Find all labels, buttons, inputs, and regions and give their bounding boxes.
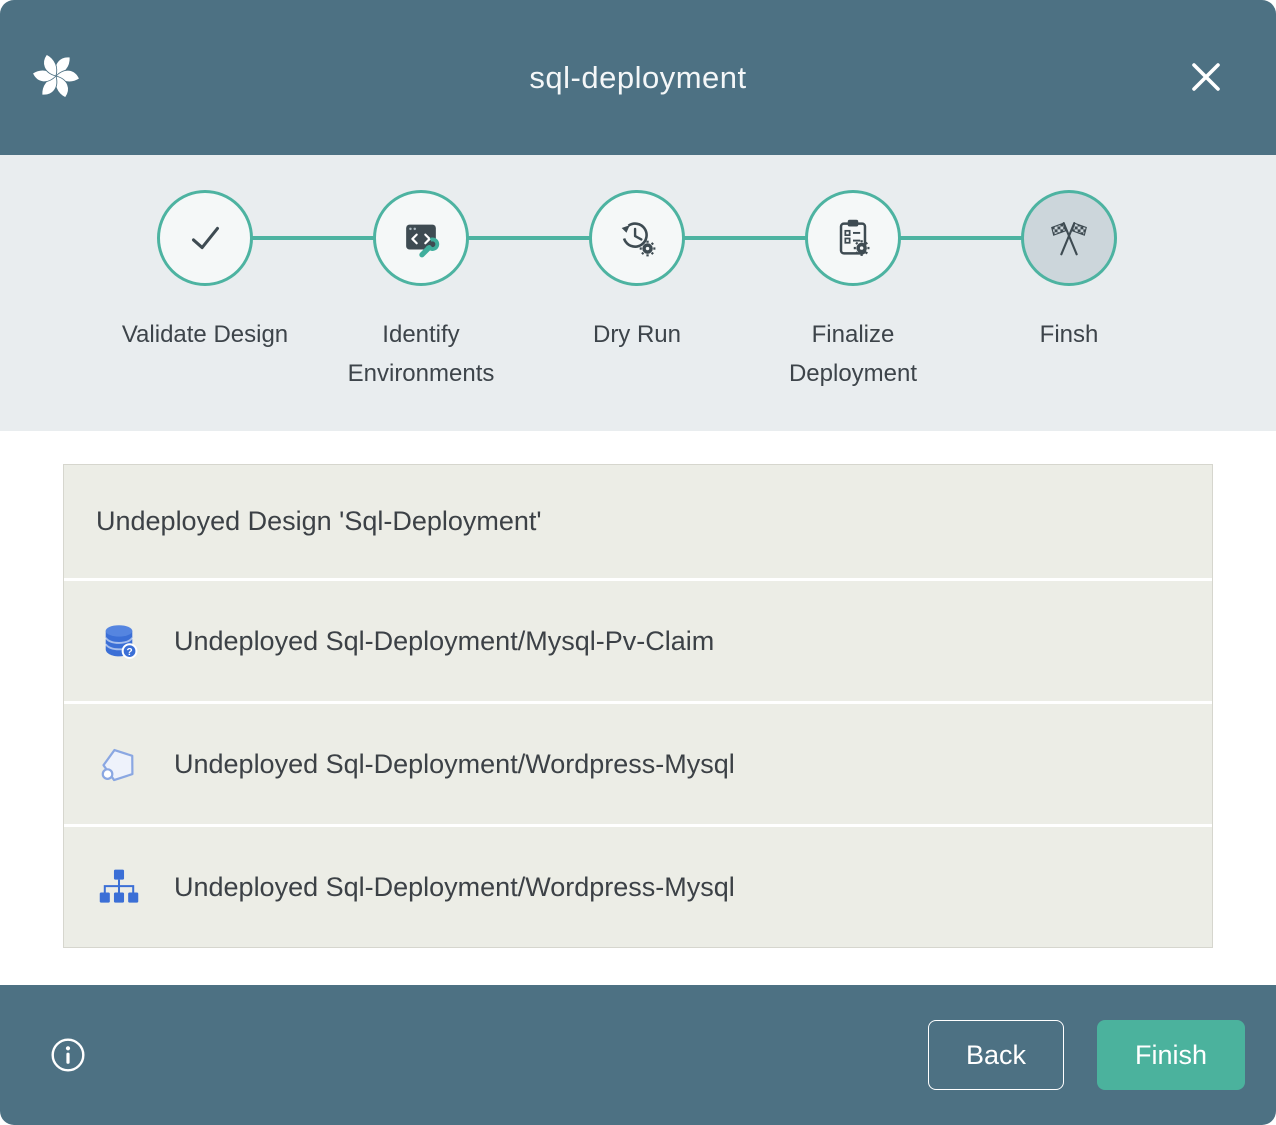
info-icon (50, 1037, 86, 1073)
status-row-wordpress-mysql-topology: Undeployed Sql-Deployment/Wordpress-Mysq… (64, 827, 1212, 947)
step-circle-finish (1021, 190, 1117, 286)
modal-footer: Back Finish (0, 985, 1276, 1125)
step-label: Dry Run (593, 316, 681, 355)
step-label: Finalize Deployment (766, 316, 941, 394)
status-text: Undeployed Sql-Deployment/Wordpress-Mysq… (174, 749, 735, 780)
topology-tree-icon (96, 865, 142, 909)
checkered-flags-icon (1046, 215, 1092, 261)
wizard-content: Undeployed Design 'Sql-Deployment' ? Und… (0, 431, 1276, 985)
status-text: Undeployed Sql-Deployment/Mysql-Pv-Claim (174, 626, 714, 657)
close-icon (1188, 59, 1224, 95)
status-row-design: Undeployed Design 'Sql-Deployment' (64, 465, 1212, 578)
step-circle-identify-environments (373, 190, 469, 286)
finish-button[interactable]: Finish (1097, 1020, 1245, 1090)
deployment-wizard-modal: sql-deployment Validate Design (0, 0, 1276, 1125)
modal-title: sql-deployment (0, 60, 1276, 96)
step-circle-finalize-deployment (805, 190, 901, 286)
step-label: Finsh (1040, 316, 1099, 355)
step-label: Identify Environments (334, 316, 509, 394)
stepper-steps: Validate Design Identify Envi (97, 190, 1177, 394)
status-row-mysql-pv-claim: ? Undeployed Sql-Deployment/Mysql-Pv-Cla… (64, 581, 1212, 701)
step-finish: Finsh (961, 190, 1177, 394)
code-window-wrench-icon (398, 215, 444, 261)
step-circle-dry-run (589, 190, 685, 286)
info-button[interactable] (50, 1037, 86, 1073)
status-text: Undeployed Sql-Deployment/Wordpress-Mysq… (174, 872, 735, 903)
status-text: Undeployed Design 'Sql-Deployment' (96, 506, 542, 537)
step-circle-validate-design (157, 190, 253, 286)
deployment-status-panel: Undeployed Design 'Sql-Deployment' ? Und… (63, 464, 1213, 948)
modal-header: sql-deployment (0, 0, 1276, 155)
back-button[interactable]: Back (928, 1020, 1064, 1090)
footer-actions: Back Finish (928, 1020, 1245, 1090)
clipboard-gear-icon (830, 215, 876, 261)
step-dry-run: Dry Run (529, 190, 745, 394)
step-validate-design: Validate Design (97, 190, 313, 394)
database-question-icon: ? (96, 619, 142, 663)
svg-text:?: ? (126, 647, 132, 658)
close-button[interactable] (1188, 59, 1224, 95)
history-gear-icon (614, 215, 660, 261)
wizard-stepper: Validate Design Identify Envi (0, 155, 1276, 431)
pentagon-node-icon (96, 742, 142, 786)
step-label: Validate Design (122, 316, 288, 355)
check-icon (182, 215, 228, 261)
step-finalize-deployment: Finalize Deployment (745, 190, 961, 394)
status-row-wordpress-mysql-node: Undeployed Sql-Deployment/Wordpress-Mysq… (64, 704, 1212, 824)
step-identify-environments: Identify Environments (313, 190, 529, 394)
